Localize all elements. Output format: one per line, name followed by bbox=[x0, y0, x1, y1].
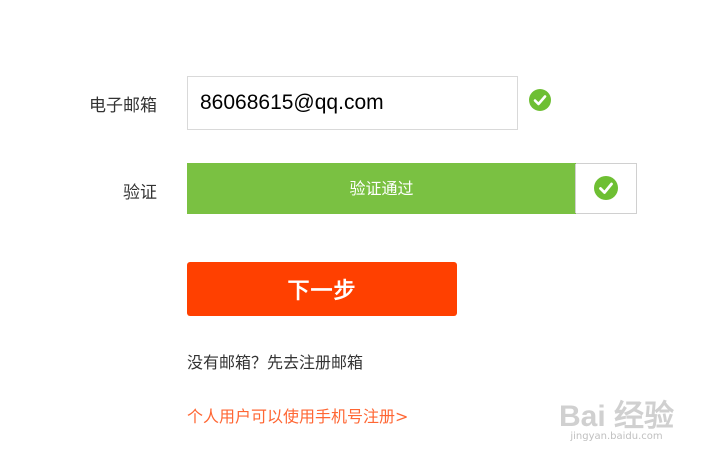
next-step-button[interactable]: 下一步 bbox=[187, 262, 457, 316]
phone-register-link[interactable]: 个人用户可以使用手机号注册> bbox=[187, 403, 408, 427]
email-label: 电子邮箱 bbox=[89, 96, 157, 116]
watermark-logo: Bai 经验 bbox=[558, 400, 674, 433]
verify-label: 验证 bbox=[123, 183, 157, 203]
check-circle-icon bbox=[529, 89, 551, 111]
no-email-text: 没有邮箱？ bbox=[187, 353, 268, 372]
slider-verification[interactable]: 验证通过 bbox=[187, 163, 637, 214]
check-circle-icon bbox=[594, 176, 618, 200]
register-email-link[interactable]: 先去注册邮箱 bbox=[267, 353, 363, 372]
slider-handle[interactable] bbox=[575, 164, 636, 213]
email-field[interactable] bbox=[187, 76, 518, 130]
baidu-jingyan-watermark: Bai 经验 jingyan.baidu.com bbox=[559, 391, 674, 442]
no-email-hint: 没有邮箱？先去注册邮箱 bbox=[187, 349, 363, 373]
register-form-page: 电子邮箱 验证 验证通过 下一步 没有邮箱？先去注册邮箱 个人用户可以使用手机号… bbox=[0, 0, 714, 462]
verify-status-text: 验证通过 bbox=[187, 163, 576, 214]
watermark-url: jingyan.baidu.com bbox=[570, 431, 663, 442]
